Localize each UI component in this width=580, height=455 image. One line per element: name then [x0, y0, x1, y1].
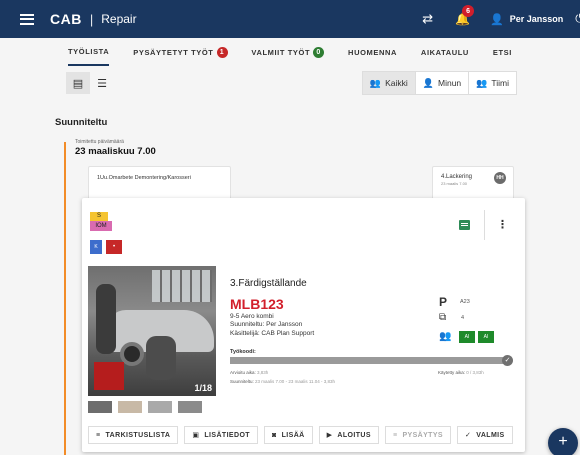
tab-tomorrow[interactable]: HUOMENNA [348, 38, 397, 66]
filter-mine[interactable]: 👤 Minun [414, 71, 470, 95]
thumbnail[interactable] [88, 401, 112, 413]
pause-button[interactable]: ≡ PYSÄYTYS [384, 426, 451, 444]
filter-all[interactable]: 👥 Kaikki [361, 71, 416, 95]
play-icon: ▶ [326, 432, 333, 439]
logout-icon[interactable]: ⏻ [575, 13, 580, 26]
planner: Suunniteltu: Per Jansson [230, 321, 303, 328]
job-card-time: 23 maalis 7.00 [441, 181, 468, 186]
thumbnail[interactable] [118, 401, 142, 413]
work-code-label: Työkoodi: [230, 349, 256, 355]
finished-count-badge: 0 [313, 46, 325, 58]
brand-logo: CAB [50, 11, 82, 27]
tag-k: K [90, 240, 102, 254]
team-icon: 👥 [476, 77, 488, 88]
person-icon: 👤 [422, 77, 434, 88]
notifications-button[interactable]: 🔔 6 [455, 5, 475, 26]
hamburger-menu-icon[interactable] [20, 13, 34, 25]
assignee-avatar: HH [494, 172, 506, 184]
more-options-icon[interactable]: ⋮ [497, 218, 508, 231]
progress-fill [230, 357, 505, 364]
tab-schedule[interactable]: AIKATAULU [421, 38, 469, 66]
job-card-collapsed[interactable]: 4.Lackering 23 maalis 7.00 HH [432, 166, 514, 202]
job-card-expanded: S IOM K • ⋮ 1/18 3.Färdigställande MLB12… [82, 198, 525, 452]
app-title: Repair [101, 12, 137, 26]
details-icon: ▣ [192, 432, 200, 439]
parking-icon: P [439, 295, 448, 309]
timeline-line [64, 142, 66, 455]
thumbnail[interactable] [178, 401, 202, 413]
vehicle-photo[interactable]: 1/18 [88, 266, 216, 396]
add-fab-button[interactable]: + [548, 428, 578, 455]
pause-icon: ≡ [392, 431, 398, 439]
user-icon[interactable]: 👤 [490, 13, 504, 26]
swap-arrows-icon[interactable]: ⇄ [422, 11, 433, 27]
car-model: 9-5 Aero kombi [230, 313, 274, 320]
done-button[interactable]: ✓ VALMIS [457, 426, 513, 444]
start-button[interactable]: ▶ ALOITUS [318, 426, 379, 444]
filter-team[interactable]: 👥 Tiimi [468, 71, 517, 95]
divider [484, 210, 485, 240]
handler: Käsittelijä: CAB Plan Support [230, 330, 315, 337]
scheduled-time: Suunniteltu: 23 maalis 7.00 - 23 maalis … [230, 379, 336, 384]
assignees-icon: 👥 [439, 331, 452, 342]
card-view-icon[interactable]: ▤ [66, 72, 90, 94]
photo-thumbnails [88, 401, 208, 413]
assignee-badge[interactable]: AI [459, 331, 475, 343]
tab-paused-jobs[interactable]: PYSÄYTETYT TYÖT 1 [133, 38, 228, 66]
action-buttons: ≡ TARKISTUSLISTA ▣ LISÄTIEDOT ◙ LISÄÄ ▶ ALOI… [88, 426, 519, 444]
job-card-collapsed[interactable]: 1Uu.Omarbete Demontering/Karosseri [88, 166, 231, 202]
list-view-icon[interactable]: ☰ [90, 72, 114, 94]
used-time: Käytetty aika: 0 / 3,83h [438, 370, 484, 375]
assignee-badge[interactable]: AI [478, 331, 494, 343]
timeline-date: 23 maaliskuu 7.00 [75, 146, 156, 157]
camera-icon: ◙ [271, 431, 277, 439]
tab-search[interactable]: ETSI [493, 38, 512, 66]
progress-bar [230, 357, 507, 364]
section-title: Suunniteltu [55, 117, 108, 128]
view-toggle-group: ▤ ☰ [66, 72, 114, 94]
checklist-button[interactable]: ≡ TARKISTUSLISTA [88, 426, 179, 444]
main-tabs: TYÖLISTA PYSÄYTETYT TYÖT 1 VALMIIT TYÖT 0 … [60, 38, 520, 66]
group-icon: 👥 [369, 77, 382, 88]
add-button[interactable]: ◙ LISÄÄ [263, 426, 313, 444]
chat-icon[interactable] [459, 220, 470, 230]
assignee-filter: 👥 Kaikki 👤 Minun 👥 Tiimi [361, 71, 517, 95]
notification-badge: 6 [462, 5, 475, 17]
tag-s: S [90, 212, 108, 221]
tag-iom: IOM [90, 221, 112, 231]
timeline-label: Toimitettu päivämäärä [75, 139, 124, 145]
tab-finished-jobs[interactable]: VALMIIT TYÖT 0 [251, 38, 325, 66]
check-icon: ✓ [465, 432, 472, 439]
paused-count-badge: 1 [216, 46, 228, 58]
top-app-bar: CAB | Repair ⇄ 🔔 6 👤 Per Jansson ⏻ [0, 0, 580, 38]
parts-value: 4 [461, 315, 465, 321]
job-card-title: 1Uu.Omarbete Demontering/Karosseri [97, 175, 191, 181]
checklist-icon: ≡ [96, 431, 101, 439]
check-circle-icon: ✓ [502, 355, 513, 366]
estimated-time: Arvioitu aika: 3,83h [230, 370, 269, 375]
job-card-title: 4.Lackering [441, 174, 473, 180]
puzzle-icon: ⧉ [439, 312, 447, 323]
title-separator: | [89, 11, 94, 27]
license-plate: MLB123 [230, 296, 284, 312]
tag-red: • [106, 240, 122, 254]
photo-counter: 1/18 [194, 383, 212, 393]
user-name[interactable]: Per Jansson [510, 14, 564, 24]
details-button[interactable]: ▣ LISÄTIEDOT [184, 426, 258, 444]
work-step-title: 3.Färdigställande [230, 278, 307, 289]
thumbnail[interactable] [148, 401, 172, 413]
tab-worklist[interactable]: TYÖLISTA [68, 38, 110, 66]
parking-value: A23 [460, 299, 470, 305]
